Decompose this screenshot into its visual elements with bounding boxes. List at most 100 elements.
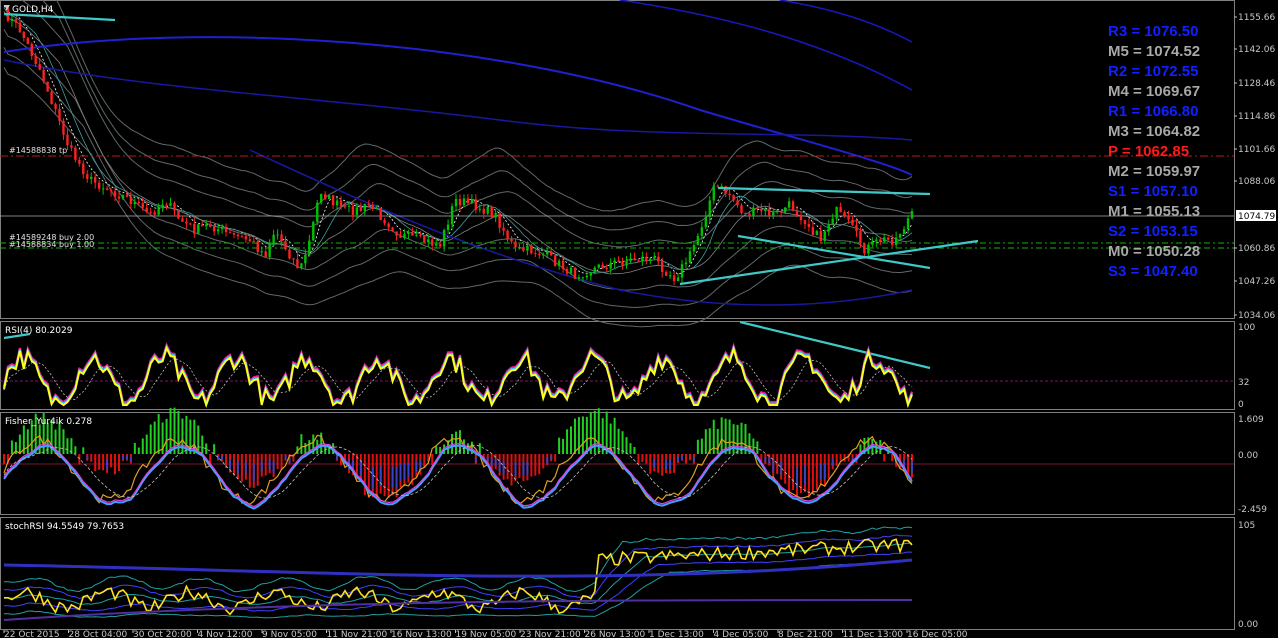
fisher-bar-down: [518, 454, 521, 478]
fisher-bar-blue: [494, 458, 497, 467]
fisher-bar-down: [684, 454, 687, 464]
trend-lines[interactable]: [3, 12, 979, 370]
fisher-bar-blue: [819, 463, 822, 480]
fisher-bar-up: [74, 446, 77, 454]
fisher-bar-up: [756, 441, 759, 454]
chart-canvas[interactable]: R3 = 1076.50 M5 = 1074.52 R2 = 1072.55 M4 =…: [0, 0, 1278, 638]
price-tick-label: 1142.06: [1238, 45, 1275, 55]
candle-body: [423, 235, 426, 243]
envelope-bands: [3, 0, 913, 328]
fisher-bar-up: [300, 434, 303, 454]
candle-body: [514, 241, 517, 248]
fisher-bar-down: [835, 454, 838, 466]
candle-body: [232, 232, 236, 235]
fisher-bar-down: [883, 454, 886, 462]
candle-body: [316, 202, 319, 222]
fisher-axis-max: 1.609: [1238, 415, 1264, 425]
candle-body: [649, 258, 652, 262]
candle-body: [236, 234, 240, 237]
candle-body: [78, 159, 81, 164]
fisher-bar-blue: [86, 456, 89, 460]
candle-body: [244, 236, 248, 240]
fisher-bar-down: [827, 454, 830, 479]
candle-body: [478, 208, 482, 210]
fisher-bar-blue: [236, 461, 239, 475]
trend-line[interactable]: [739, 320, 931, 370]
candle-body: [153, 212, 156, 215]
candle-body: [629, 258, 632, 262]
fisher-bar-up: [149, 424, 152, 454]
candle-body: [58, 108, 61, 121]
candle-body: [779, 210, 783, 213]
fisher-bar-down: [225, 454, 228, 469]
candle-body: [740, 205, 743, 213]
fisher-bar-up: [137, 447, 140, 454]
candle-body: [641, 256, 644, 261]
fisher-bar-blue: [268, 459, 271, 470]
candle-body: [248, 239, 252, 242]
fisher-bar-up: [732, 424, 735, 454]
fisher-bar-down: [506, 454, 509, 480]
candle-body: [546, 251, 549, 255]
candle-body: [454, 198, 458, 207]
fisher-bar-blue: [681, 455, 684, 460]
candle-body: [506, 230, 509, 239]
candle-body: [90, 176, 93, 179]
candle-body: [181, 218, 184, 222]
candle-body: [264, 251, 267, 257]
candle-body: [871, 241, 874, 245]
candle-body: [379, 208, 382, 220]
fisher-bar-down: [657, 454, 660, 473]
candle-body: [256, 241, 259, 252]
candle-body: [609, 262, 612, 269]
candle-body: [26, 37, 29, 44]
candle-body: [462, 198, 466, 206]
fisher-bar-blue: [546, 457, 549, 463]
fisher-bar-blue: [653, 459, 656, 468]
fisher-bar-up: [201, 435, 204, 454]
fisher-bar-up: [10, 440, 13, 454]
fisher-bar-down: [538, 454, 541, 475]
fisher-bar-blue: [244, 461, 247, 475]
candle-body: [522, 247, 525, 251]
fisher-bar-up: [704, 429, 707, 454]
fisher-bar-blue: [129, 456, 132, 462]
candle-body: [855, 225, 858, 231]
candle-body: [716, 185, 719, 187]
ma-top-blue: [779, 0, 913, 43]
candle-body: [482, 208, 485, 214]
candle-body: [538, 253, 541, 256]
candle-body: [327, 195, 331, 199]
candle-body: [193, 223, 196, 234]
fisher-bar-up: [562, 438, 565, 454]
candle-body: [902, 229, 906, 235]
stochrsi-panel-frame: [0, 517, 1235, 630]
time-axis: 22 Oct 2015 28 Oct 04:00 30 Oct 20:00 4 Nov…: [3, 630, 968, 638]
candle-body: [772, 212, 775, 216]
candle-body: [145, 207, 148, 212]
candle-body: [664, 272, 668, 276]
fisher-bar-blue: [252, 464, 255, 482]
candle-body: [879, 239, 882, 242]
candle-body: [54, 104, 57, 109]
pivot-label: M2 = 1059.97: [1108, 163, 1200, 180]
envelope-band: [56, 0, 913, 212]
candle-body: [613, 260, 616, 263]
candle-body: [692, 245, 696, 252]
candle-body: [827, 224, 830, 232]
candle-body: [799, 215, 803, 221]
fisher-bar-up: [66, 438, 69, 454]
fisher-bar-up: [581, 416, 584, 454]
candle-body: [887, 237, 890, 240]
main-panel-frame: [0, 0, 1235, 319]
candle-body: [883, 237, 886, 242]
candle-body: [748, 213, 751, 217]
candle-body: [117, 196, 121, 199]
fisher-bar-down: [431, 454, 434, 466]
time-tick-label: 19 Nov 05:00: [456, 630, 517, 638]
candle-body: [593, 267, 596, 273]
candle-body: [427, 239, 430, 243]
candle-body: [585, 275, 589, 278]
candle-body: [304, 254, 307, 264]
candle-body: [791, 201, 795, 211]
